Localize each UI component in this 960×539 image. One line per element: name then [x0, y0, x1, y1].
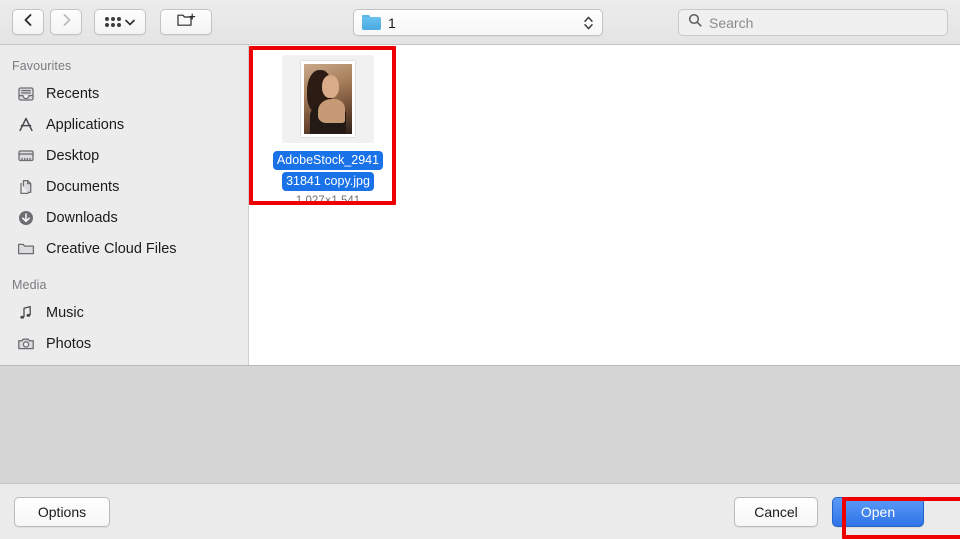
forward-button[interactable]	[50, 9, 82, 35]
sidebar-item-label: Documents	[46, 178, 120, 195]
photo-thumbnail	[301, 61, 355, 137]
search-input[interactable]	[709, 14, 938, 31]
sidebar-item-music[interactable]: Music	[0, 297, 248, 328]
file-name-line-1: AdobeStock_2941	[272, 151, 384, 170]
file-thumbnail	[282, 55, 374, 143]
location-label: 1	[388, 14, 396, 31]
desktop-icon	[16, 146, 36, 166]
toolbar: 1	[0, 0, 960, 45]
new-folder-button[interactable]	[160, 9, 212, 35]
back-button[interactable]	[12, 9, 44, 35]
sidebar: Favourites Recents Applications Desktop …	[0, 45, 249, 365]
file-item[interactable]: AdobeStock_2941 31841 copy.jpg 1 027×1 5…	[262, 55, 394, 207]
sidebar-item-label: Downloads	[46, 209, 118, 226]
navigation-buttons	[12, 9, 82, 35]
options-button[interactable]: Options	[14, 496, 110, 527]
chevron-left-icon	[22, 13, 35, 32]
chevron-right-icon	[60, 13, 73, 32]
applications-icon	[16, 115, 36, 135]
file-name-line-2: 31841 copy.jpg	[282, 172, 374, 191]
folder-icon	[16, 239, 36, 259]
sidebar-item-applications[interactable]: Applications	[0, 109, 248, 140]
sidebar-item-label: Recents	[46, 85, 100, 102]
sidebar-item-label: Applications	[46, 116, 125, 133]
new-folder-icon	[176, 12, 196, 33]
file-dimensions: 1 027×1 541	[295, 195, 361, 207]
sidebar-item-label: Desktop	[46, 147, 100, 164]
file-name: AdobeStock_2941 31841 copy.jpg	[262, 150, 394, 192]
dialog-body: Favourites Recents Applications Desktop …	[0, 45, 960, 365]
sidebar-item-documents[interactable]: Documents	[0, 171, 248, 202]
view-mode-button[interactable]	[94, 9, 146, 35]
sidebar-group-title-media: Media	[12, 278, 47, 292]
sidebar-item-photos[interactable]: Photos	[0, 328, 248, 359]
preview-pane	[0, 365, 960, 483]
sidebar-item-label: Photos	[46, 335, 92, 352]
camera-icon	[16, 334, 36, 354]
grid-view-icon	[105, 17, 121, 27]
music-note-icon	[16, 303, 36, 323]
downloads-arrow-icon	[16, 208, 36, 228]
sidebar-item-desktop[interactable]: Desktop	[0, 140, 248, 171]
sidebar-item-label: Music	[46, 304, 84, 321]
sidebar-item-creative-cloud-files[interactable]: Creative Cloud Files	[0, 233, 248, 264]
documents-icon	[16, 177, 36, 197]
footer-actions: Cancel Open	[734, 496, 946, 527]
blue-folder-icon	[362, 15, 381, 30]
up-down-chevron-icon	[583, 15, 594, 31]
dialog-footer: Options Cancel Open	[0, 483, 960, 539]
search-field[interactable]	[678, 9, 948, 36]
cancel-button[interactable]: Cancel	[734, 496, 818, 527]
chevron-down-icon	[125, 13, 135, 31]
search-icon	[688, 13, 702, 32]
sidebar-item-downloads[interactable]: Downloads	[0, 202, 248, 233]
open-button[interactable]: Open	[832, 496, 924, 527]
sidebar-item-recents[interactable]: Recents	[0, 78, 248, 109]
location-dropdown[interactable]: 1	[353, 9, 603, 36]
sidebar-group-title-favourites: Favourites	[12, 59, 72, 73]
recents-tray-icon	[16, 84, 36, 104]
sidebar-item-label: Creative Cloud Files	[46, 240, 177, 257]
open-file-dialog: 1 Favourites	[0, 0, 960, 539]
file-browser-content[interactable]: AdobeStock_2941 31841 copy.jpg 1 027×1 5…	[249, 45, 960, 365]
